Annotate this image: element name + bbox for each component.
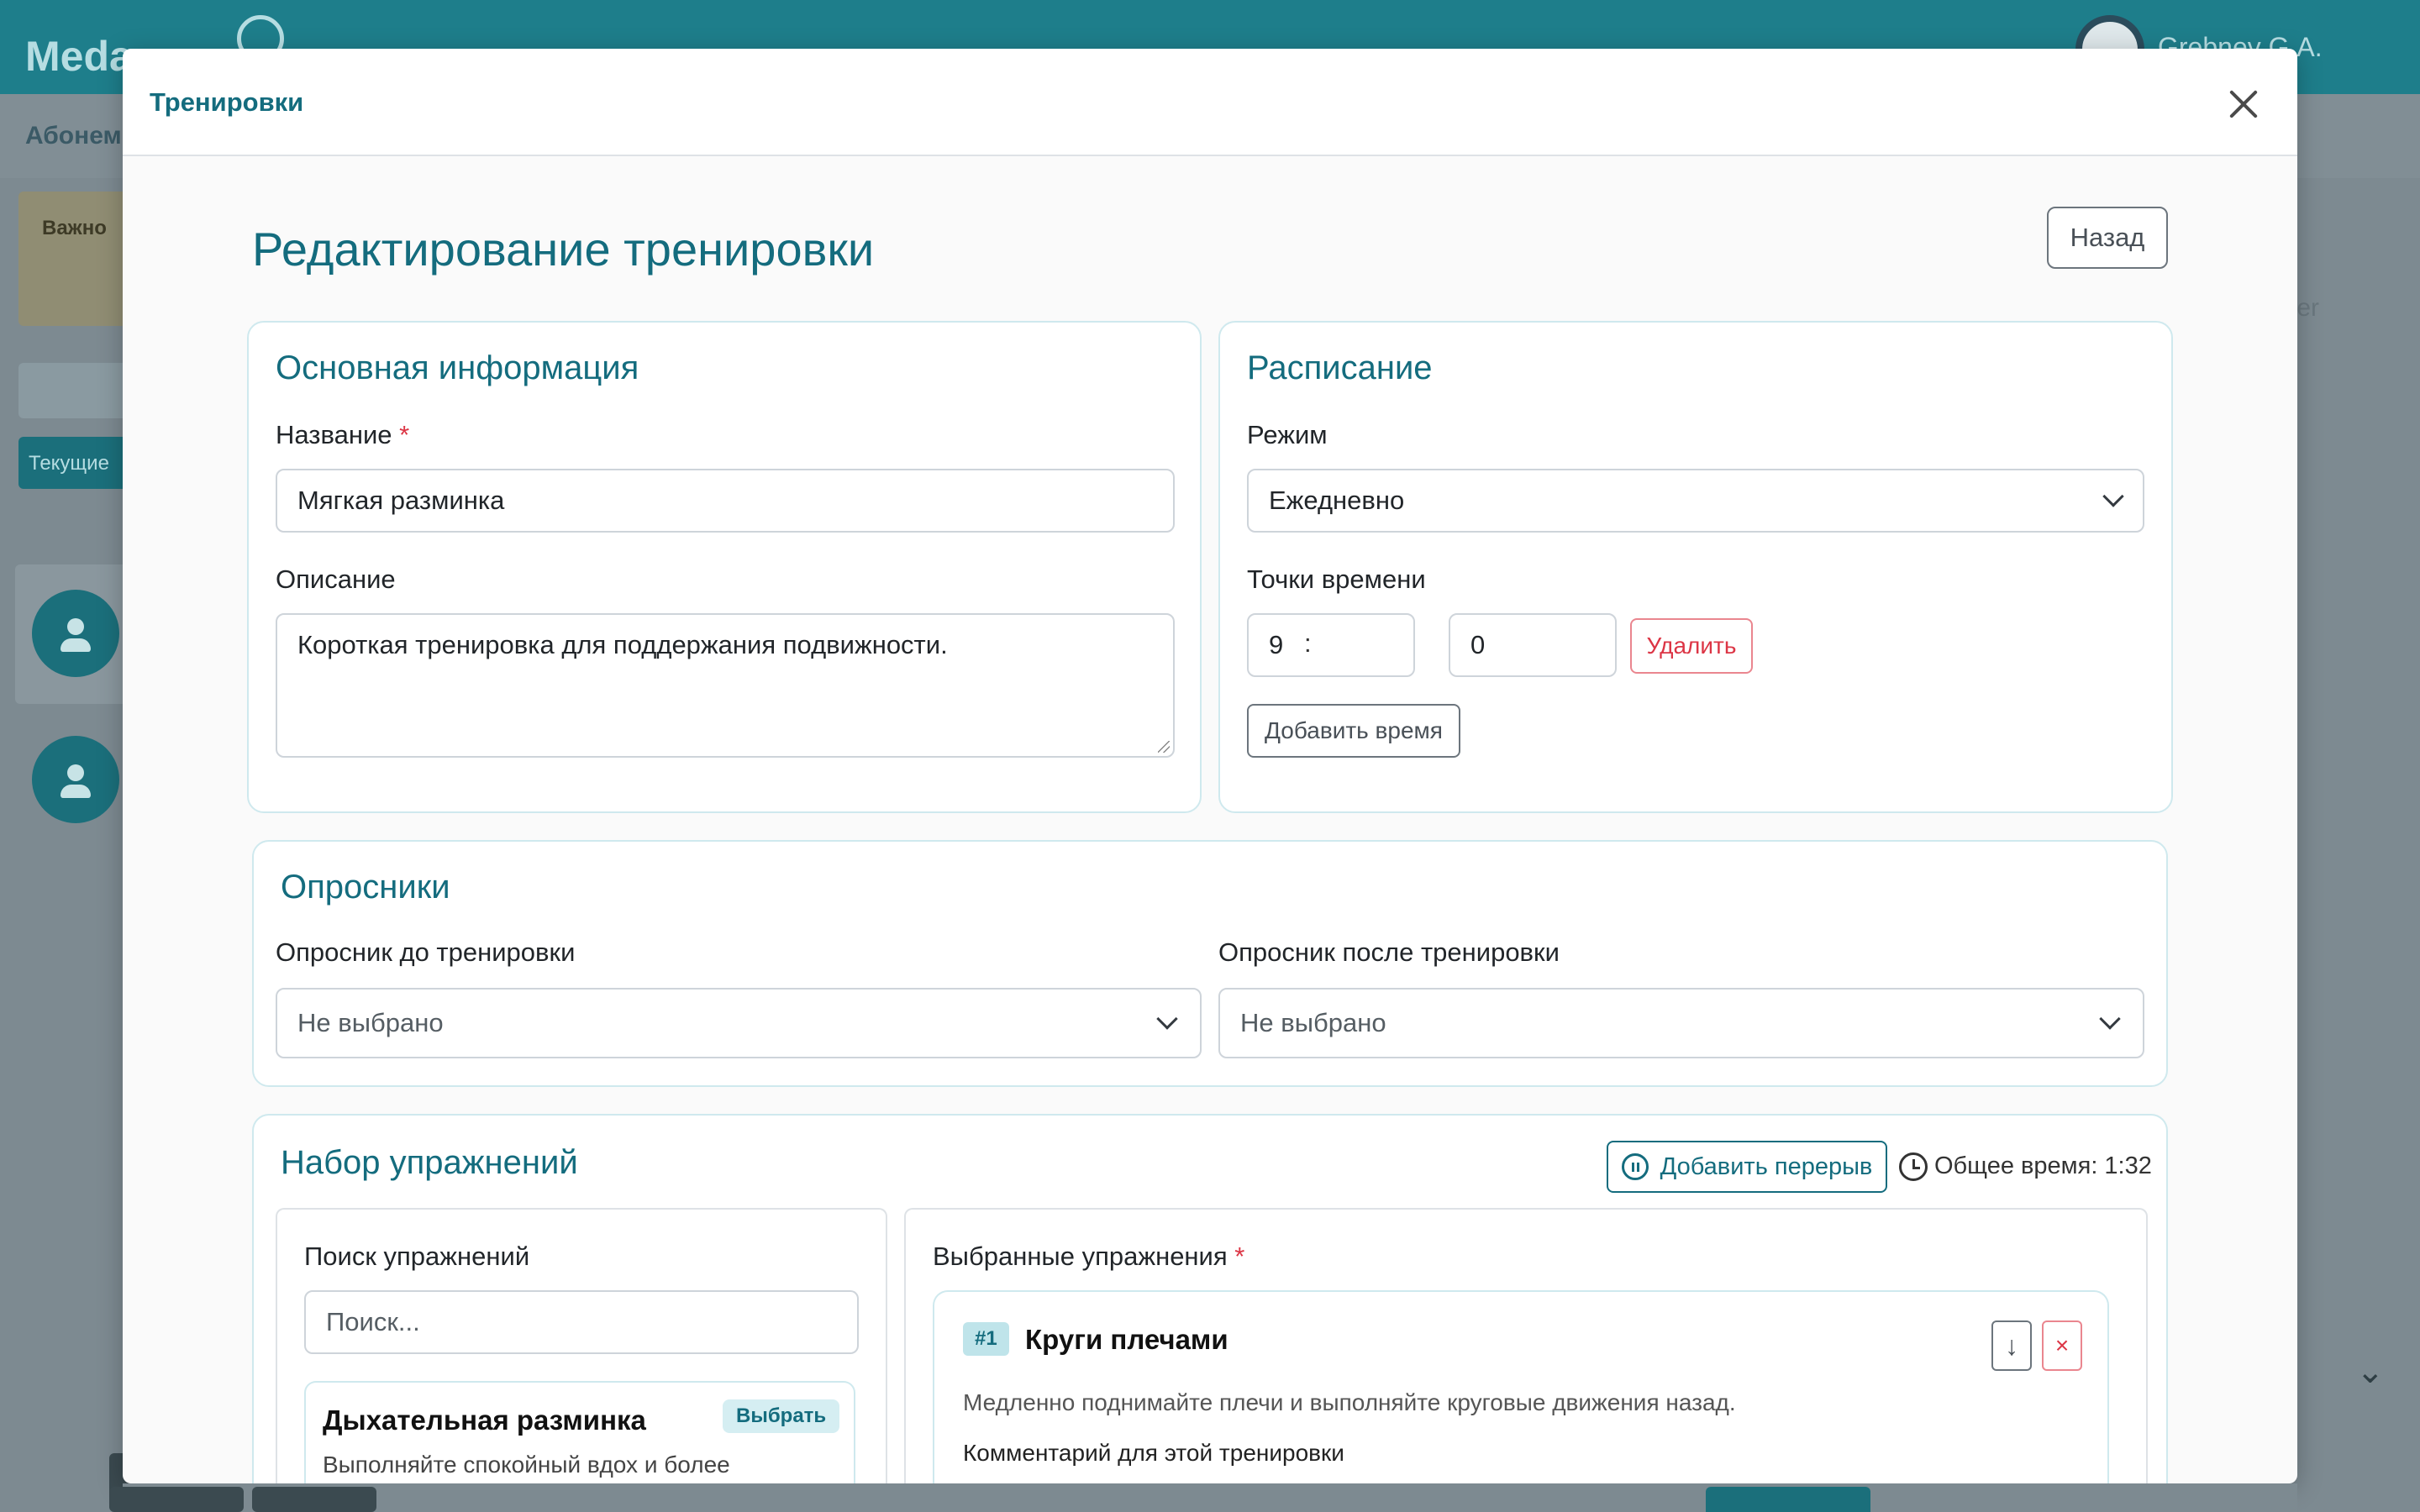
- add-break-button[interactable]: Добавить перерыв: [1607, 1141, 1887, 1193]
- chevron-down-icon: [1156, 1008, 1178, 1030]
- required-mark: *: [399, 420, 410, 449]
- close-icon[interactable]: [2218, 79, 2269, 129]
- move-down-button[interactable]: ↓: [1991, 1320, 2032, 1371]
- before-questionnaire-select[interactable]: Не выбрано: [276, 988, 1202, 1058]
- selected-exercises-label: Выбранные упражнения *: [933, 1242, 1245, 1271]
- basic-info-title: Основная информация: [276, 349, 639, 386]
- description-field[interactable]: Короткая тренировка для поддержания подв…: [276, 613, 1175, 758]
- app-logo: Meda: [25, 33, 133, 80]
- exercise-list-item[interactable]: Дыхательная разминка Выбрать Выполняйте …: [304, 1381, 855, 1483]
- bg-chevron-down-icon: ⌄: [2356, 1353, 2385, 1390]
- exercise-search-label: Поиск упражнений: [304, 1242, 530, 1271]
- questionnaires-title: Опросники: [281, 869, 450, 906]
- add-break-label: Добавить перерыв: [1660, 1152, 1873, 1180]
- name-label: Название *: [276, 420, 410, 449]
- patient-avatar-icon: [32, 590, 119, 677]
- pause-icon: [1621, 1153, 1649, 1180]
- selected-exercise-description: Медленно поднимайте плечи и выполняйте к…: [963, 1389, 1736, 1415]
- selected-exercise-name: Круги плечами: [1025, 1324, 1228, 1355]
- remove-exercise-button[interactable]: ×: [2042, 1320, 2082, 1371]
- time-points-label: Точки времени: [1247, 564, 1426, 594]
- backdrop-bottom: [123, 1483, 2297, 1512]
- modal-title: Тренировки: [150, 87, 304, 117]
- resize-grip-icon[interactable]: [1158, 741, 1170, 753]
- add-time-button[interactable]: Добавить время: [1247, 704, 1460, 758]
- after-questionnaire-value: Не выбрано: [1240, 1008, 1386, 1037]
- schedule-title: Расписание: [1247, 349, 1433, 386]
- mode-value: Ежедневно: [1269, 486, 1405, 515]
- required-mark: *: [1234, 1242, 1245, 1271]
- exercise-comment-label: Комментарий для этой тренировки: [963, 1440, 1344, 1466]
- mode-label: Режим: [1247, 420, 1328, 449]
- total-time: Общее время: 1:32: [1934, 1152, 2152, 1179]
- before-questionnaire-label: Опросник до тренировки: [276, 937, 576, 967]
- page-title: Редактирование тренировки: [252, 223, 875, 276]
- description-label: Описание: [276, 564, 396, 594]
- subnav-item: Абонем: [25, 122, 122, 150]
- patient-avatar-icon: [32, 736, 119, 823]
- questionnaires-card: Опросники Опросник до тренировки Не выбр…: [252, 840, 2168, 1087]
- chevron-down-icon: [2099, 1008, 2121, 1030]
- bg-bottom-button: [252, 1487, 376, 1512]
- minute-input[interactable]: 0: [1449, 613, 1617, 677]
- after-questionnaire-label: Опросник после тренировки: [1218, 937, 1560, 967]
- delete-time-button[interactable]: Удалить: [1630, 618, 1753, 674]
- bg-bottom-button: [109, 1487, 244, 1512]
- modal-header: Тренировки: [123, 49, 2297, 156]
- exercises-title: Набор упражнений: [281, 1144, 578, 1181]
- basic-info-card: Основная информация Название * Мягкая ра…: [247, 321, 1202, 813]
- name-field[interactable]: Мягкая разминка: [276, 469, 1175, 533]
- bg-bottom-teal-button: [1706, 1487, 1870, 1512]
- exercise-search-input[interactable]: Поиск...: [304, 1290, 859, 1354]
- exercise-number-badge: #1: [963, 1322, 1009, 1356]
- after-questionnaire-select[interactable]: Не выбрано: [1218, 988, 2144, 1058]
- mode-select[interactable]: Ежедневно: [1247, 469, 2144, 533]
- bg-tab-current-label: Текущие: [29, 452, 109, 475]
- time-separator: :: [1304, 628, 1312, 658]
- chevron-down-icon: [2102, 486, 2124, 507]
- clock-icon: [1899, 1152, 1928, 1181]
- hour-input[interactable]: 9: [1247, 613, 1415, 677]
- exercise-name: Дыхательная разминка: [323, 1404, 646, 1436]
- back-button[interactable]: Назад: [2047, 207, 2168, 269]
- description-text: Короткая тренировка для поддержания подв…: [297, 630, 948, 659]
- before-questionnaire-value: Не выбрано: [297, 1008, 444, 1037]
- selected-exercise-item: #1 Круги плечами ↓ × Медленно поднимайте…: [933, 1290, 2109, 1483]
- exercise-description: Выполняйте спокойный вдох и более: [323, 1452, 730, 1478]
- pick-exercise-button[interactable]: Выбрать: [723, 1399, 840, 1433]
